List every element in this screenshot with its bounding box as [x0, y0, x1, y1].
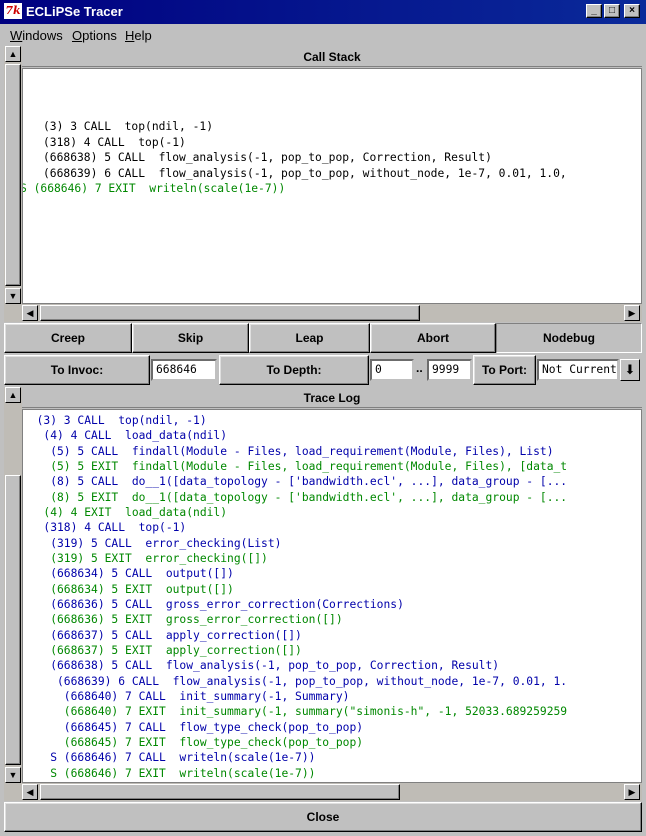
trace-line: (668637) 5 EXIT apply_correction([]) [23, 644, 302, 657]
call-stack-scroll-right[interactable]: ▶ [624, 305, 640, 321]
close-button[interactable]: Close [4, 802, 642, 832]
trace-line: (668639) 6 CALL flow_analysis(-1, pop_to… [23, 675, 568, 688]
port-dropdown-icon[interactable]: ⬇ [620, 359, 640, 381]
call-stack-hscroll[interactable]: ◀ ▶ [4, 304, 642, 322]
trace-log-header: Trace Log [22, 388, 642, 408]
trace-line: S (668646) 7 EXIT writeln(scale(1e-7)) [23, 767, 316, 780]
to-port-button[interactable]: To Port: [473, 355, 536, 385]
title-bar: 7k ECLiPSe Tracer _ □ × [0, 0, 646, 24]
menu-bar: Windows Options Help [0, 24, 646, 46]
trace-line: (668636) 5 CALL gross_error_correction(C… [23, 598, 404, 611]
invoc-input[interactable]: 668646 [151, 359, 217, 381]
trace-line: (319) 5 EXIT error_checking([]) [23, 552, 268, 565]
trace-log-hscroll[interactable]: ◀ ▶ [4, 783, 642, 801]
creep-button[interactable]: Creep [4, 323, 132, 353]
trace-line: (668640) 7 CALL init_summary(-1, Summary… [23, 690, 350, 703]
trace-log-vscroll[interactable]: ▲ ▼ [4, 387, 22, 783]
depth-min-input[interactable]: 0 [370, 359, 414, 381]
call-stack-scroll-left[interactable]: ◀ [22, 305, 38, 321]
minimize-button[interactable]: _ [586, 4, 602, 18]
menu-help[interactable]: Help [125, 28, 152, 43]
trace-line: (3) 3 CALL top(ndil, -1) [23, 414, 207, 427]
call-stack-hthumb[interactable] [40, 305, 420, 321]
menu-options[interactable]: Options [72, 28, 117, 43]
call-stack-scroll-down[interactable]: ▼ [5, 288, 21, 304]
depth-separator: .. [416, 361, 423, 375]
trace-line: (668638) 5 CALL flow_analysis(-1, pop_to… [23, 659, 500, 672]
to-depth-button[interactable]: To Depth: [219, 355, 369, 385]
trace-log-scroll-down[interactable]: ▼ [5, 767, 21, 783]
nodebug-button[interactable]: Nodebug [496, 323, 642, 353]
trace-line: (668634) 5 CALL output([]) [23, 567, 234, 580]
trace-line: (668634) 5 EXIT output([]) [23, 583, 234, 596]
call-stack-line: (668639) 6 CALL flow_analysis(-1, pop_to… [43, 167, 574, 180]
trace-line: (4) 4 EXIT load_data(ndil) [23, 506, 228, 519]
depth-max-input[interactable]: 9999 [427, 359, 472, 381]
call-stack-line: (318) 4 CALL top(-1) [43, 136, 186, 149]
abort-button[interactable]: Abort [370, 323, 496, 353]
window-title: ECLiPSe Tracer [26, 4, 123, 19]
skip-button[interactable]: Skip [132, 323, 249, 353]
trace-line: (5) 5 CALL findall(Module - Files, load_… [23, 445, 554, 458]
trace-line: (668636) 5 EXIT gross_error_correction([… [23, 613, 343, 626]
trace-log-vthumb[interactable] [5, 475, 21, 765]
trace-line: (318) 4 CALL top(-1) [23, 521, 187, 534]
to-invoc-button[interactable]: To Invoc: [4, 355, 150, 385]
maximize-button[interactable]: □ [604, 4, 620, 18]
trace-log-hthumb[interactable] [40, 784, 400, 800]
trace-log-scroll-up[interactable]: ▲ [5, 387, 21, 403]
trace-log-text[interactable]: (3) 3 CALL top(ndil, -1) (4) 4 CALL load… [22, 409, 642, 783]
call-stack-line: S (668646) 7 EXIT writeln(scale(1e-7)) [22, 182, 286, 195]
trace-line: (668645) 7 EXIT flow_type_check(pop_to_p… [23, 736, 364, 749]
call-stack-scroll-up[interactable]: ▲ [5, 46, 21, 62]
trace-line: (4) 4 CALL load_data(ndil) [23, 429, 228, 442]
trace-line: (319) 5 CALL error_checking(List) [23, 537, 282, 550]
call-stack-vthumb[interactable] [5, 64, 21, 286]
trace-log-scroll-left[interactable]: ◀ [22, 784, 38, 800]
tk-icon: 7k [4, 3, 22, 19]
trace-line: (668637) 5 CALL apply_correction([]) [23, 629, 302, 642]
call-stack-line: (3) 3 CALL top(ndil, -1) [43, 120, 214, 133]
trace-line: (668640) 7 EXIT init_summary(-1, summary… [23, 705, 568, 718]
call-stack-vscroll[interactable]: ▲ ▼ [4, 46, 22, 304]
trace-line: (5) 5 EXIT findall(Module - Files, load_… [23, 460, 568, 473]
trace-line: (8) 5 CALL do__1([data_topology - ['band… [23, 475, 568, 488]
call-stack-header: Call Stack [22, 47, 642, 67]
menu-windows[interactable]: Windows [10, 28, 63, 43]
call-stack-line: (668638) 5 CALL flow_analysis(-1, pop_to… [43, 151, 492, 164]
trace-line: S (668646) 7 CALL writeln(scale(1e-7)) [23, 751, 316, 764]
port-select[interactable]: Not Current [537, 359, 619, 381]
call-stack-text[interactable]: (3) 3 CALL top(ndil, -1) (318) 4 CALL to… [22, 68, 642, 304]
leap-button[interactable]: Leap [249, 323, 370, 353]
trace-log-scroll-right[interactable]: ▶ [624, 784, 640, 800]
close-window-button[interactable]: × [624, 4, 640, 18]
trace-line: (668645) 7 CALL flow_type_check(pop_to_p… [23, 721, 364, 734]
trace-line: (8) 5 EXIT do__1([data_topology - ['band… [23, 491, 568, 504]
